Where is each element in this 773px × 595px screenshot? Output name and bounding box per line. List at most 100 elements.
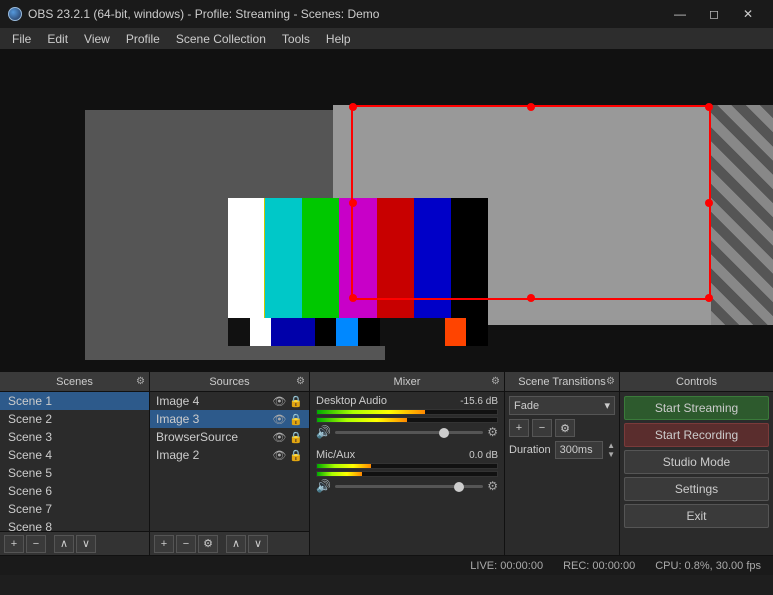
source-item-3[interactable]: BrowserSource 👁 🔒 <box>150 428 309 446</box>
scene-item-3[interactable]: Scene 3 <box>0 428 149 446</box>
handle-bl[interactable] <box>349 294 357 302</box>
transition-add-button[interactable]: + <box>509 419 529 437</box>
close-button[interactable]: ✕ <box>731 0 765 28</box>
titlebar-controls: — ◻ ✕ <box>663 0 765 28</box>
source-item-2[interactable]: Image 3 👁 🔒 <box>150 410 309 428</box>
scene-item-4[interactable]: Scene 4 <box>0 446 149 464</box>
controls-content: Start Streaming Start Recording Studio M… <box>620 392 773 555</box>
lock-icon-2[interactable]: 🔒 <box>289 413 303 426</box>
scene-item-6[interactable]: Scene 6 <box>0 482 149 500</box>
transitions-header: Scene Transitions ⚙ <box>505 372 619 392</box>
start-recording-button[interactable]: Start Recording <box>624 423 769 447</box>
minimize-button[interactable]: — <box>663 0 697 28</box>
handle-tm[interactable] <box>527 103 535 111</box>
settings-button[interactable]: Settings <box>624 477 769 501</box>
menu-profile[interactable]: Profile <box>118 28 168 50</box>
desktop-settings-icon[interactable]: ⚙ <box>487 425 498 439</box>
sources-add-button[interactable]: + <box>154 535 174 553</box>
source-icons-4: 👁 🔒 <box>272 449 303 462</box>
source-icons-2: 👁 🔒 <box>272 413 303 426</box>
sources-toolbar: + − ⚙ ∧ ∨ <box>150 531 309 555</box>
titlebar-left: OBS 23.2.1 (64-bit, windows) - Profile: … <box>8 7 379 21</box>
selection-box <box>351 105 711 300</box>
duration-up[interactable]: ▲ <box>607 441 615 450</box>
mixer-header: Mixer ⚙ <box>310 372 504 392</box>
sources-settings-button[interactable]: ⚙ <box>198 535 218 553</box>
duration-input[interactable]: 300ms <box>555 441 604 459</box>
source-icons-3: 👁 🔒 <box>272 431 303 444</box>
mic-settings-icon[interactable]: ⚙ <box>487 479 498 493</box>
mic-mute-icon[interactable]: 🔊 <box>316 479 331 493</box>
scenes-config-icon[interactable]: ⚙ <box>136 376 145 387</box>
bar-green <box>302 198 339 318</box>
scene-item-7[interactable]: Scene 7 <box>0 500 149 518</box>
mixer-config-icon[interactable]: ⚙ <box>491 376 500 387</box>
source-item-1[interactable]: Image 4 👁 🔒 <box>150 392 309 410</box>
menu-tools[interactable]: Tools <box>274 28 318 50</box>
menu-help[interactable]: Help <box>318 28 359 50</box>
scene-item-8[interactable]: Scene 8 <box>0 518 149 531</box>
source-name-2: Image 3 <box>156 412 199 426</box>
sources-down-button[interactable]: ∨ <box>248 535 268 553</box>
scenes-header: Scenes ⚙ <box>0 372 149 392</box>
lock-icon-4[interactable]: 🔒 <box>289 449 303 462</box>
scene-item-1[interactable]: Scene 1 <box>0 392 149 410</box>
desktop-mute-icon[interactable]: 🔊 <box>316 425 331 439</box>
sources-config-icon[interactable]: ⚙ <box>296 376 305 387</box>
sources-up-button[interactable]: ∧ <box>226 535 246 553</box>
scenes-add-button[interactable]: + <box>4 535 24 553</box>
handle-bm[interactable] <box>527 294 535 302</box>
eye-icon-2[interactable]: 👁 <box>272 413 286 426</box>
handle-tr[interactable] <box>705 103 713 111</box>
mic-slider[interactable] <box>335 485 483 488</box>
scene-item-5[interactable]: Scene 5 <box>0 464 149 482</box>
menu-edit[interactable]: Edit <box>39 28 76 50</box>
sources-remove-button[interactable]: − <box>176 535 196 553</box>
bar-cyan <box>265 198 302 318</box>
duration-down[interactable]: ▼ <box>607 450 615 459</box>
transition-remove-button[interactable]: − <box>532 419 552 437</box>
lock-icon-1[interactable]: 🔒 <box>289 395 303 408</box>
source-icons-1: 👁 🔒 <box>272 395 303 408</box>
eye-icon-4[interactable]: 👁 <box>272 449 286 462</box>
transition-select[interactable]: Fade ▾ <box>509 396 615 415</box>
scene-item-2[interactable]: Scene 2 <box>0 410 149 428</box>
eye-icon-3[interactable]: 👁 <box>272 431 286 444</box>
desktop-slider[interactable] <box>335 431 483 434</box>
desktop-track-name: Desktop Audio <box>316 395 387 407</box>
scenes-down-button[interactable]: ∨ <box>76 535 96 553</box>
handle-tl[interactable] <box>349 103 357 111</box>
menu-file[interactable]: File <box>4 28 39 50</box>
mixer-track-mic-header: Mic/Aux 0.0 dB <box>316 449 498 461</box>
mixer-content: Desktop Audio -15.6 dB 🔊 ⚙ <box>310 392 504 555</box>
scenes-toolbar: + − ∧ ∨ <box>0 531 149 555</box>
source-name-4: Image 2 <box>156 448 199 462</box>
transitions-config-icon[interactable]: ⚙ <box>606 376 615 387</box>
source-item-4[interactable]: Image 2 👁 🔒 <box>150 446 309 464</box>
exit-button[interactable]: Exit <box>624 504 769 528</box>
handle-ml[interactable] <box>349 199 357 207</box>
start-streaming-button[interactable]: Start Streaming <box>624 396 769 420</box>
studio-mode-button[interactable]: Studio Mode <box>624 450 769 474</box>
lock-icon-3[interactable]: 🔒 <box>289 431 303 444</box>
mic-track-name: Mic/Aux <box>316 449 355 461</box>
scenes-remove-button[interactable]: − <box>26 535 46 553</box>
bb5 <box>336 318 358 346</box>
bb10 <box>466 318 488 346</box>
bb8 <box>401 318 444 346</box>
eye-icon-1[interactable]: 👁 <box>272 395 286 408</box>
duration-row: Duration 300ms ▲ ▼ <box>509 441 615 459</box>
mixer-track-mic: Mic/Aux 0.0 dB 🔊 ⚙ <box>310 446 504 496</box>
mic-slider-thumb <box>454 482 464 492</box>
maximize-button[interactable]: ◻ <box>697 0 731 28</box>
source-name-1: Image 4 <box>156 394 199 408</box>
menu-scene-collection[interactable]: Scene Collection <box>168 28 274 50</box>
handle-br[interactable] <box>705 294 713 302</box>
transitions-panel: Scene Transitions ⚙ Fade ▾ + − ⚙ Duratio… <box>505 372 620 555</box>
scenes-up-button[interactable]: ∧ <box>54 535 74 553</box>
controls-panel: Controls Start Streaming Start Recording… <box>620 372 773 555</box>
transition-settings-button[interactable]: ⚙ <box>555 419 575 437</box>
menu-view[interactable]: View <box>76 28 118 50</box>
handle-mr[interactable] <box>705 199 713 207</box>
bb9 <box>445 318 467 346</box>
